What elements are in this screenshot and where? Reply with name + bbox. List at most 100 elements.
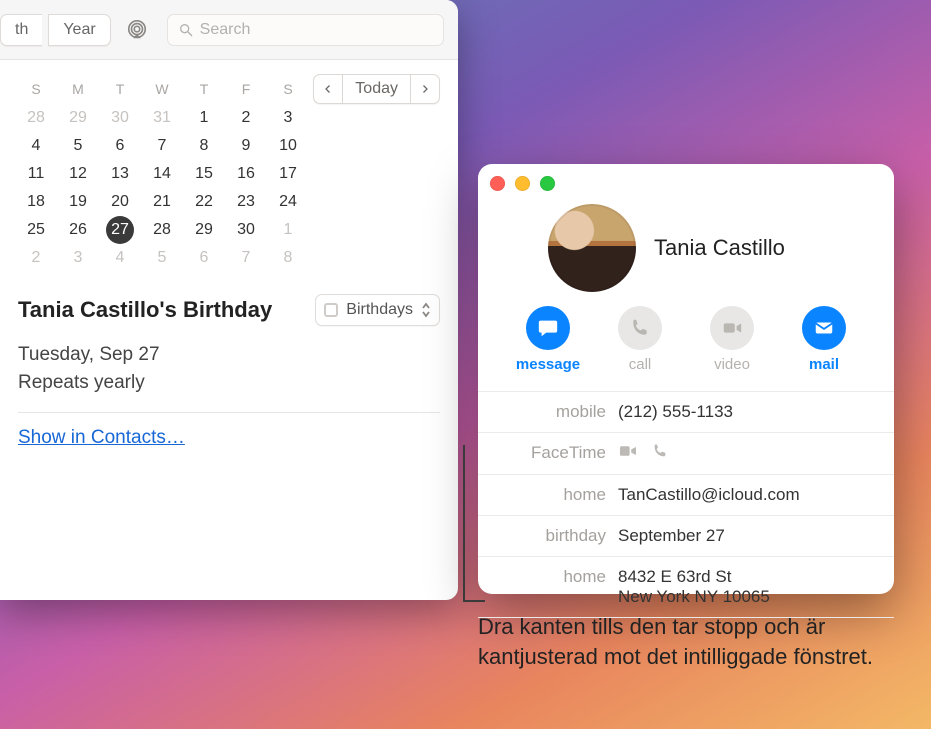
callout-text: Dra kanten tills den tar stopp och är ka… bbox=[478, 612, 898, 671]
day-cell[interactable]: 29 bbox=[60, 104, 96, 132]
day-cell[interactable]: 2 bbox=[18, 244, 54, 272]
search-icon bbox=[178, 22, 194, 38]
day-cell[interactable]: 3 bbox=[60, 244, 96, 272]
message-action[interactable]: message bbox=[513, 306, 583, 373]
day-cell[interactable]: 7 bbox=[144, 132, 180, 160]
day-cell[interactable]: 24 bbox=[270, 188, 306, 216]
field-home-email: home TanCastillo@icloud.com bbox=[478, 474, 894, 515]
contact-name: Tania Castillo bbox=[654, 235, 785, 261]
day-cell[interactable]: 3 bbox=[270, 104, 306, 132]
window-controls bbox=[490, 176, 555, 191]
video-label: video bbox=[714, 356, 750, 373]
today-cell[interactable]: 27 bbox=[106, 216, 134, 244]
day-cell[interactable]: 28 bbox=[144, 216, 180, 244]
facetime-video-icon[interactable] bbox=[618, 443, 638, 464]
day-cell[interactable]: 17 bbox=[270, 160, 306, 188]
day-cell[interactable]: 30 bbox=[102, 104, 138, 132]
calendar-tag-label: Birthdays bbox=[346, 301, 413, 319]
field-mobile: mobile (212) 555-1133 bbox=[478, 391, 894, 432]
day-cell[interactable]: 12 bbox=[60, 160, 96, 188]
day-cell[interactable]: 13 bbox=[102, 160, 138, 188]
mail-action[interactable]: mail bbox=[789, 306, 859, 373]
avatar[interactable] bbox=[548, 204, 636, 292]
dow-label: W bbox=[144, 81, 180, 97]
field-value[interactable]: (212) 555-1133 bbox=[618, 402, 876, 422]
day-cell[interactable]: 16 bbox=[228, 160, 264, 188]
day-cell[interactable]: 8 bbox=[186, 132, 222, 160]
calendar-tag-select[interactable]: Birthdays bbox=[315, 294, 440, 326]
view-year-button[interactable]: Year bbox=[48, 14, 110, 46]
dow-row: SMTWTFS bbox=[18, 81, 306, 97]
stage: th Year Search SMTWTFS Today bbox=[0, 0, 931, 729]
calendar-color-swatch bbox=[324, 303, 338, 317]
day-cell[interactable]: 4 bbox=[102, 244, 138, 272]
field-label: mobile bbox=[478, 402, 618, 422]
prev-month-button[interactable] bbox=[313, 74, 343, 104]
address-line2: New York NY 10065 bbox=[618, 587, 876, 607]
airplay-icon[interactable] bbox=[123, 16, 151, 44]
week-row: 2345678 bbox=[18, 244, 440, 272]
day-cell[interactable]: 1 bbox=[270, 216, 306, 244]
day-cell[interactable]: 6 bbox=[102, 132, 138, 160]
contact-actions: message call video mail bbox=[478, 298, 894, 387]
day-cell[interactable]: 26 bbox=[60, 216, 96, 244]
search-field[interactable]: Search bbox=[167, 14, 444, 46]
day-cell[interactable]: 6 bbox=[186, 244, 222, 272]
day-cell[interactable]: 11 bbox=[18, 160, 54, 188]
week-row: 28293031123 bbox=[18, 104, 440, 132]
day-cell[interactable]: 9 bbox=[228, 132, 264, 160]
week-row: 2526 27 2829301 bbox=[18, 216, 440, 244]
stepper-icon bbox=[421, 302, 431, 318]
dow-label: F bbox=[228, 81, 264, 97]
field-label: FaceTime bbox=[478, 443, 618, 464]
dow-label: T bbox=[102, 81, 138, 97]
day-cell[interactable]: 18 bbox=[18, 188, 54, 216]
day-cell[interactable]: 25 bbox=[18, 216, 54, 244]
day-cell[interactable]: 4 bbox=[18, 132, 54, 160]
mail-icon bbox=[802, 306, 846, 350]
close-window-button[interactable] bbox=[490, 176, 505, 191]
event-date: Tuesday, Sep 27 bbox=[18, 344, 440, 366]
month-nav: Today bbox=[313, 74, 440, 104]
minimize-window-button[interactable] bbox=[515, 176, 530, 191]
day-cell[interactable]: 2 bbox=[228, 104, 264, 132]
facetime-audio-icon[interactable] bbox=[652, 443, 668, 464]
view-month-button[interactable]: th bbox=[0, 14, 42, 46]
day-cell[interactable]: 15 bbox=[186, 160, 222, 188]
mini-calendar-grid: 2829303112345678910111213141516171819202… bbox=[18, 104, 440, 272]
field-value[interactable]: 8432 E 63rd St New York NY 10065 bbox=[618, 567, 876, 607]
day-cell[interactable]: 5 bbox=[60, 132, 96, 160]
day-cell[interactable]: 7 bbox=[228, 244, 264, 272]
zoom-window-button[interactable] bbox=[540, 176, 555, 191]
mini-calendar-head: SMTWTFS Today bbox=[18, 74, 440, 104]
day-cell[interactable]: 10 bbox=[270, 132, 306, 160]
day-cell[interactable]: 5 bbox=[144, 244, 180, 272]
day-cell[interactable]: 23 bbox=[228, 188, 264, 216]
day-cell[interactable]: 8 bbox=[270, 244, 306, 272]
day-cell[interactable]: 22 bbox=[186, 188, 222, 216]
day-cell[interactable]: 14 bbox=[144, 160, 180, 188]
calendar-body: SMTWTFS Today 28293031123456789101112131… bbox=[0, 60, 458, 449]
day-cell[interactable]: 20 bbox=[102, 188, 138, 216]
day-cell[interactable]: 21 bbox=[144, 188, 180, 216]
address-line1: 8432 E 63rd St bbox=[618, 567, 876, 587]
day-cell[interactable]: 29 bbox=[186, 216, 222, 244]
message-label: message bbox=[516, 356, 580, 373]
field-label: birthday bbox=[478, 526, 618, 546]
call-action[interactable]: call bbox=[605, 306, 675, 373]
video-action[interactable]: video bbox=[697, 306, 767, 373]
day-cell[interactable]: 31 bbox=[144, 104, 180, 132]
contacts-window: Tania Castillo message call video bbox=[478, 164, 894, 594]
facetime-icons bbox=[618, 443, 876, 464]
next-month-button[interactable] bbox=[410, 74, 440, 104]
field-value[interactable]: TanCastillo@icloud.com bbox=[618, 485, 876, 505]
day-cell[interactable]: 19 bbox=[60, 188, 96, 216]
day-cell[interactable]: 28 bbox=[18, 104, 54, 132]
today-button[interactable]: Today bbox=[343, 74, 410, 104]
mail-label: mail bbox=[809, 356, 839, 373]
show-in-contacts-link[interactable]: Show in Contacts… bbox=[18, 427, 185, 448]
event-details: Tania Castillo's Birthday Birthdays Tues… bbox=[18, 294, 440, 449]
week-row: 11121314151617 bbox=[18, 160, 440, 188]
day-cell[interactable]: 1 bbox=[186, 104, 222, 132]
day-cell[interactable]: 30 bbox=[228, 216, 264, 244]
